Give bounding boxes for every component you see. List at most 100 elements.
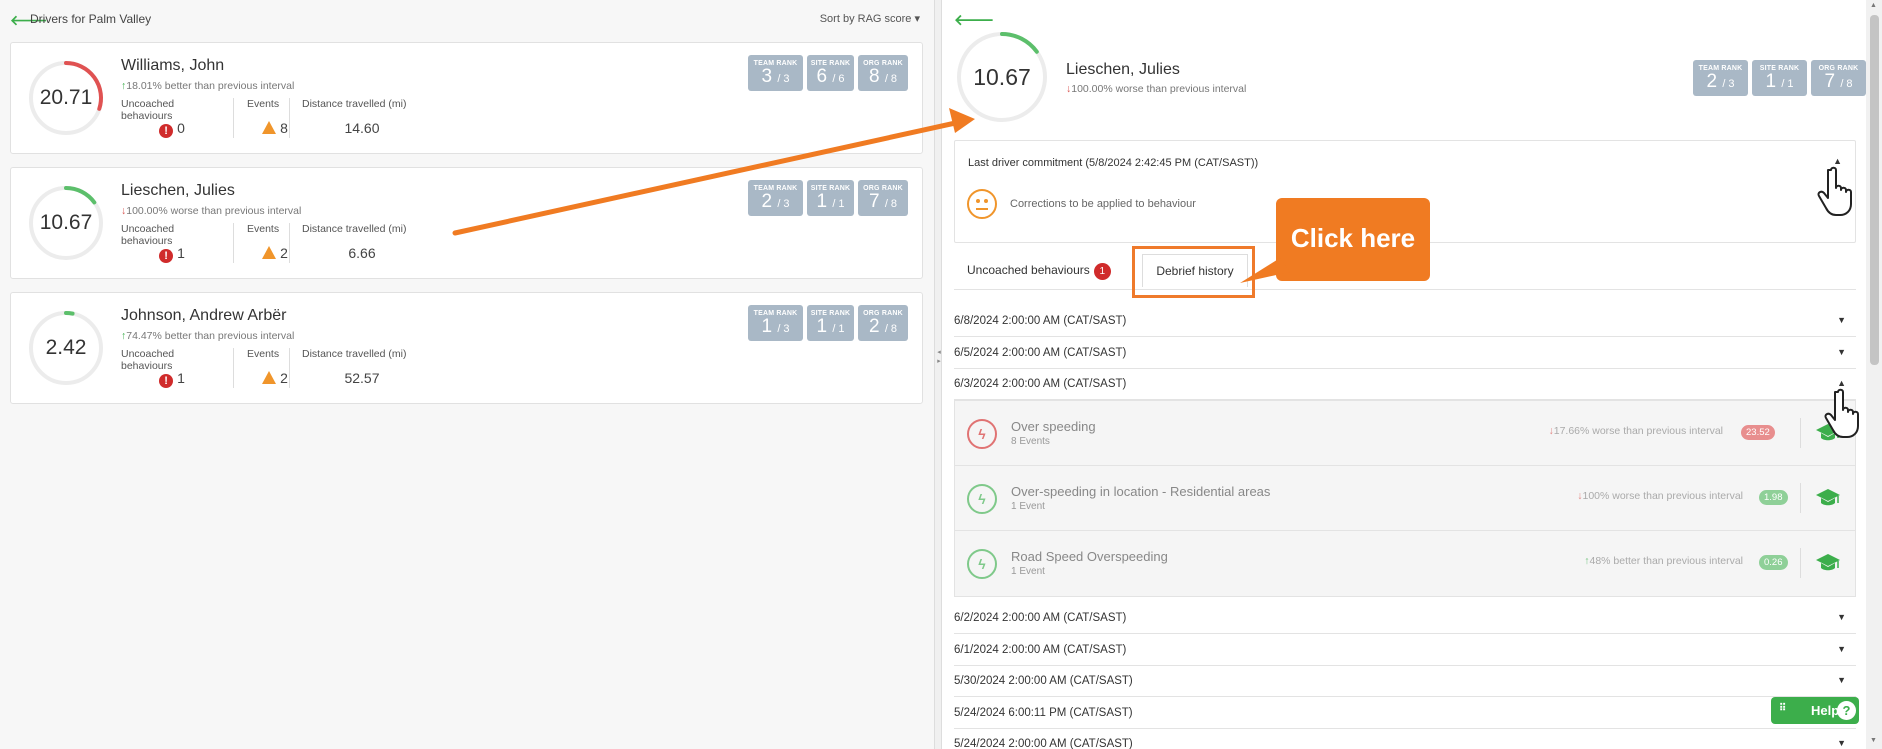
scrollbar-thumb[interactable] bbox=[1870, 15, 1879, 365]
events-label: Events bbox=[247, 223, 280, 235]
warning-icon bbox=[262, 371, 277, 384]
driver-card[interactable]: 20.71 Williams, John ↑18.01% better than… bbox=[10, 42, 923, 154]
chevron-down-icon[interactable]: ▼ bbox=[1837, 738, 1846, 748]
sort-dropdown[interactable]: Sort by RAG score ▾ bbox=[820, 12, 920, 25]
uncoached-label: Uncoached behaviours bbox=[121, 223, 175, 247]
trend-up-icon: ↑ bbox=[1584, 555, 1590, 567]
distance-stat: Distance travelled (mi) 52.57 bbox=[302, 348, 422, 390]
distance-value: 52.57 bbox=[344, 370, 380, 386]
debrief-date-row[interactable]: 5/30/2024 2:00:00 AM (CAT/SAST) ▼ bbox=[954, 666, 1856, 697]
detail-score-value: 10.67 bbox=[973, 64, 1031, 90]
debrief-date-row[interactable]: 6/2/2024 2:00:00 AM (CAT/SAST) ▼ bbox=[954, 603, 1856, 634]
stat-divider bbox=[289, 223, 290, 263]
detail-driver-name: Lieschen, Julies bbox=[1066, 61, 1180, 78]
debrief-date-row[interactable]: 6/1/2024 2:00:00 AM (CAT/SAST) ▼ bbox=[954, 635, 1856, 666]
debrief-date-label: 6/3/2024 2:00:00 AM (CAT/SAST) bbox=[954, 378, 1127, 390]
warning-icon bbox=[262, 246, 277, 259]
team-rank-total: / 3 bbox=[777, 323, 790, 335]
behaviour-score-pill: 23.52 bbox=[1741, 425, 1775, 440]
team-rank-badge: TEAM RANK 3 / 3 bbox=[748, 55, 803, 91]
chevron-down-icon[interactable]: ▼ bbox=[1837, 612, 1846, 622]
chevron-down-icon[interactable]: ▼ bbox=[1837, 347, 1846, 357]
driver-detail-panel: 🡐 10.67 Lieschen, Julies ↓100.00% worse … bbox=[942, 0, 1866, 749]
debrief-date-row[interactable]: 6/8/2024 2:00:00 AM (CAT/SAST) ▼ bbox=[954, 306, 1856, 337]
team-rank-value: 2 bbox=[1706, 71, 1718, 92]
chevron-up-icon[interactable]: ▲ bbox=[1837, 378, 1846, 388]
driver-trend-text: 74.47% better than previous interval bbox=[126, 330, 295, 342]
help-label: Help bbox=[1811, 703, 1840, 718]
help-button[interactable]: ⠿ Help ? bbox=[1771, 697, 1859, 724]
app-root: 🡐 Drivers for Palm Valley Sort by RAG sc… bbox=[0, 0, 1882, 749]
behaviour-row[interactable]: ϟ Road Speed Overspeeding 1 Event ↑48% b… bbox=[955, 531, 1855, 596]
stat-divider bbox=[289, 348, 290, 388]
lightning-bolt-icon: ϟ bbox=[967, 549, 997, 579]
debrief-date-row[interactable]: 6/5/2024 2:00:00 AM (CAT/SAST) ▼ bbox=[954, 338, 1856, 369]
drag-grip-icon[interactable]: ⠿ bbox=[1779, 703, 1786, 714]
chevron-down-icon[interactable]: ▼ bbox=[1837, 675, 1846, 685]
team-rank-total: / 3 bbox=[777, 198, 790, 210]
scroll-up-icon[interactable]: ▲ bbox=[1870, 2, 1877, 9]
uncoached-label: Uncoached behaviours bbox=[121, 348, 175, 372]
site-rank-value: 1 bbox=[1765, 71, 1777, 92]
site-rank-total: / 1 bbox=[1781, 78, 1794, 90]
driver-name: Williams, John bbox=[121, 57, 225, 74]
team-rank-value: 3 bbox=[761, 66, 773, 87]
site-rank-total: / 1 bbox=[832, 323, 845, 335]
warning-icon bbox=[262, 121, 277, 134]
debrief-date-label: 5/30/2024 2:00:00 AM (CAT/SAST) bbox=[954, 675, 1133, 687]
debrief-date-label: 6/8/2024 2:00:00 AM (CAT/SAST) bbox=[954, 315, 1127, 327]
events-value: 8 bbox=[280, 120, 288, 136]
stat-divider bbox=[233, 223, 234, 263]
behaviour-row[interactable]: ϟ Over speeding 8 Events ↓17.66% worse t… bbox=[955, 401, 1855, 466]
graduation-cap-icon[interactable] bbox=[1815, 488, 1841, 508]
org-rank-total: / 8 bbox=[884, 73, 898, 85]
driver-card[interactable]: 10.67 Lieschen, Julies ↓100.00% worse th… bbox=[10, 167, 923, 279]
team-rank-badge: TEAM RANK 2 / 3 bbox=[1693, 60, 1748, 96]
detail-trend: ↓100.00% worse than previous interval bbox=[1066, 83, 1246, 95]
behaviour-trend-text: 48% better than previous interval bbox=[1589, 555, 1743, 567]
scroll-down-icon[interactable]: ▼ bbox=[1870, 737, 1877, 744]
behaviour-row[interactable]: ϟ Over-speeding in location - Residentia… bbox=[955, 466, 1855, 531]
debrief-date-row[interactable]: 5/24/2024 2:00:00 AM (CAT/SAST) ▼ bbox=[954, 729, 1856, 749]
events-value: 2 bbox=[280, 370, 288, 386]
tab-uncoached-behaviours[interactable]: Uncoached behaviours 1 bbox=[967, 263, 1111, 280]
neutral-face-icon bbox=[967, 189, 997, 219]
page-scrollbar[interactable]: ▲ ▼ bbox=[1866, 0, 1882, 749]
site-rank-value: 6 bbox=[816, 66, 828, 87]
trend-down-icon: ↓ bbox=[1548, 425, 1554, 437]
driver-trend: ↓100.00% worse than previous interval bbox=[121, 205, 301, 217]
org-rank-badge: ORG RANK 7 / 8 bbox=[858, 180, 908, 216]
driver-card[interactable]: 2.42 Johnson, Andrew Arbër ↑74.47% bette… bbox=[10, 292, 923, 404]
graduation-cap-icon[interactable] bbox=[1815, 553, 1841, 573]
site-rank-badge: SITE RANK 6 / 6 bbox=[807, 55, 854, 91]
site-rank-total: / 1 bbox=[832, 198, 845, 210]
uncoached-value: 1 bbox=[177, 245, 185, 261]
distance-label: Distance travelled (mi) bbox=[302, 348, 407, 360]
row-divider bbox=[1800, 548, 1801, 578]
debrief-date-row[interactable]: 5/24/2024 6:00:11 PM (CAT/SAST)▼ bbox=[954, 698, 1856, 729]
drivers-list-header: 🡐 Drivers for Palm Valley Sort by RAG sc… bbox=[10, 12, 920, 32]
site-rank-badge: SITE RANK 1 / 1 bbox=[807, 305, 854, 341]
team-rank-value: 2 bbox=[761, 191, 773, 212]
panel-splitter[interactable]: ◂ ▸ bbox=[934, 0, 942, 749]
chevron-down-icon[interactable]: ▼ bbox=[1837, 644, 1846, 654]
site-rank-total: / 6 bbox=[832, 73, 845, 85]
behaviour-name: Over speeding bbox=[1011, 419, 1096, 434]
collapse-caret-icon[interactable]: ▲ bbox=[1833, 156, 1842, 166]
error-icon: ! bbox=[159, 249, 174, 263]
events-stat: Events 2 bbox=[247, 223, 303, 265]
score-value: 10.67 bbox=[39, 211, 93, 234]
site-rank-value: 1 bbox=[816, 191, 828, 212]
uncoached-stat: Uncoached behaviours ! 1 bbox=[121, 348, 223, 390]
chevron-down-icon[interactable]: ▼ bbox=[1837, 315, 1846, 325]
distance-stat: Distance travelled (mi) 14.60 bbox=[302, 98, 422, 140]
events-value: 2 bbox=[280, 245, 288, 261]
debrief-date-label: 6/1/2024 2:00:00 AM (CAT/SAST) bbox=[954, 643, 1127, 656]
distance-label: Distance travelled (mi) bbox=[302, 223, 407, 235]
rank-badges: TEAM RANK 2 / 3 SITE RANK 1 / 1 ORG RANK 7 … bbox=[748, 180, 908, 216]
debrief-date-row[interactable]: 6/3/2024 2:00:00 AM (CAT/SAST) ▲ bbox=[954, 369, 1856, 400]
org-rank-total: / 8 bbox=[1840, 78, 1853, 90]
stat-divider bbox=[233, 348, 234, 388]
events-stat: Events 8 bbox=[247, 98, 303, 140]
detail-back-arrow-icon[interactable]: 🡐 bbox=[954, 10, 994, 29]
